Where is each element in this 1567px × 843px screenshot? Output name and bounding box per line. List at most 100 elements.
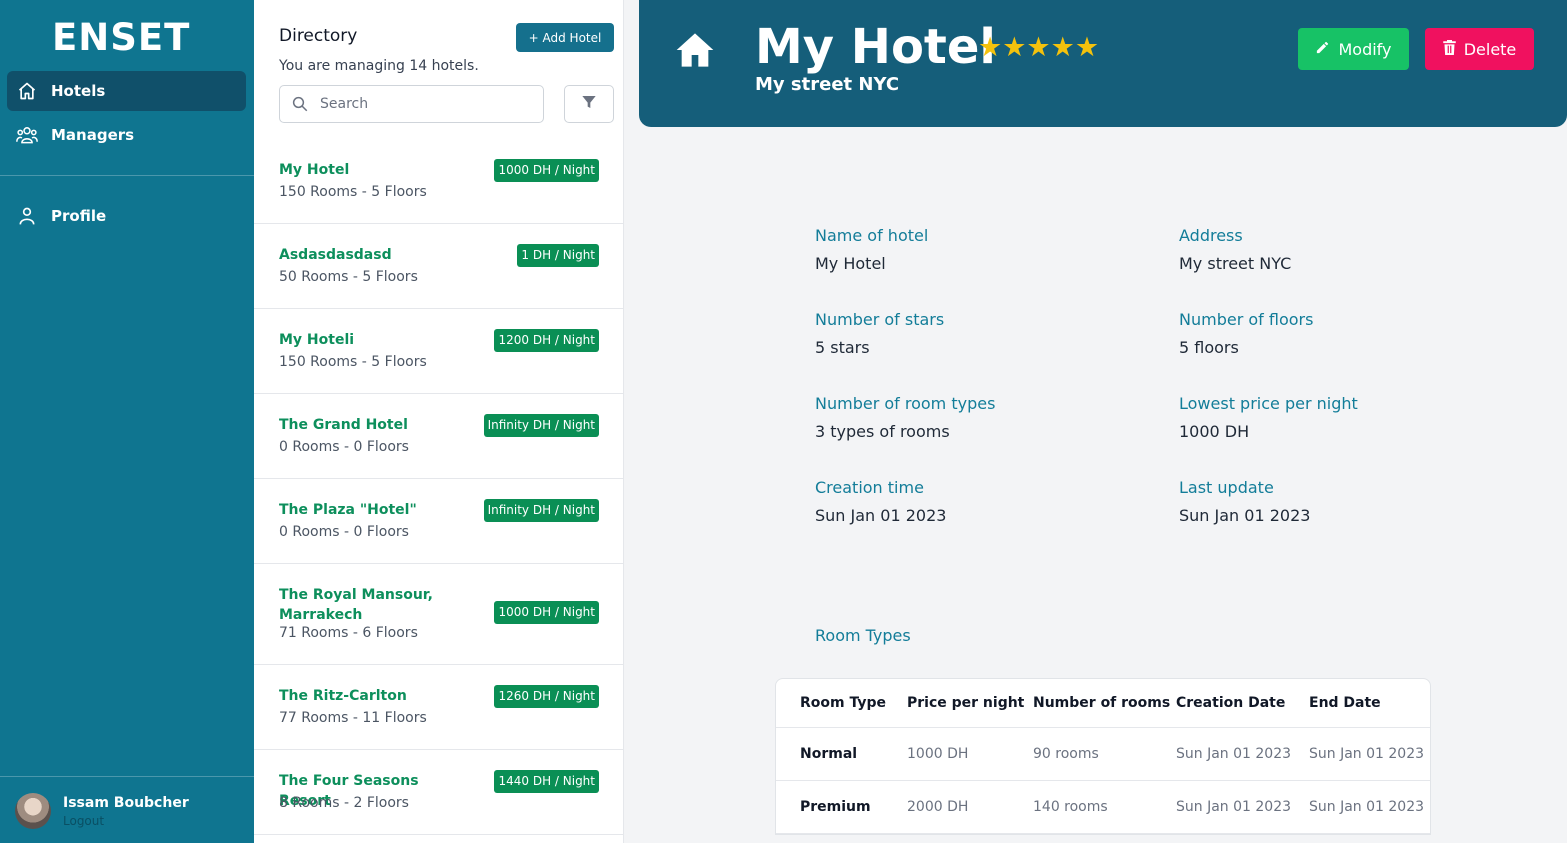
table-cell: Sun Jan 01 2023 — [1309, 746, 1425, 762]
hotel-name[interactable]: The Royal Mansour, Marrakech — [279, 585, 459, 625]
price-badge: 1440 DH / Night — [494, 770, 599, 793]
field-value: My Hotel — [815, 254, 886, 273]
field-value: Sun Jan 01 2023 — [1179, 506, 1311, 525]
field-value: 3 types of rooms — [815, 422, 950, 441]
field-value: My street NYC — [1179, 254, 1292, 273]
directory-title: Directory — [279, 26, 358, 46]
hotel-name[interactable]: My Hoteli — [279, 330, 469, 350]
hotel-name[interactable]: My Hotel — [279, 160, 469, 180]
hotel-meta: 8 Rooms - 2 Floors — [279, 795, 409, 811]
list-item[interactable]: Asdasdasdasd 50 Rooms - 5 Floors 1 DH / … — [254, 224, 623, 309]
field-value: 1000 DH — [1179, 422, 1250, 441]
list-item[interactable]: The Grand Hotel 0 Rooms - 0 Floors Infin… — [254, 394, 623, 479]
delete-button[interactable]: Delete — [1425, 28, 1534, 70]
hotel-name[interactable]: The Plaza "Hotel" — [279, 500, 469, 520]
hotel-list: My Hotel 150 Rooms - 5 Floors 1000 DH / … — [254, 139, 623, 835]
user-name: Issam Boubcher — [63, 795, 189, 811]
home-icon — [675, 30, 715, 74]
list-item[interactable]: My Hoteli 150 Rooms - 5 Floors 1200 DH /… — [254, 309, 623, 394]
filter-button[interactable] — [564, 85, 614, 123]
page-subtitle: My street NYC — [755, 74, 900, 95]
table-cell: Sun Jan 01 2023 — [1176, 746, 1292, 762]
list-item[interactable]: My Hotel 150 Rooms - 5 Floors 1000 DH / … — [254, 139, 623, 224]
column-header[interactable]: End Date — [1309, 695, 1381, 711]
table-row[interactable]: Premium 2000 DH 140 rooms Sun Jan 01 202… — [776, 781, 1430, 834]
table-row[interactable]: Normal 1000 DH 90 rooms Sun Jan 01 2023 … — [776, 728, 1430, 781]
field-label: Last update — [1179, 478, 1274, 497]
column-header[interactable]: Room Type — [800, 695, 886, 711]
table-cell: Sun Jan 01 2023 — [1176, 799, 1292, 815]
table-header: Room Type Price per night Number of room… — [776, 679, 1430, 728]
price-badge: 1 DH / Night — [517, 244, 599, 267]
logout-link[interactable]: Logout — [63, 814, 104, 828]
hotel-meta: 71 Rooms - 6 Floors — [279, 625, 418, 641]
price-badge: 1200 DH / Night — [494, 329, 599, 352]
price-badge: 1000 DH / Night — [494, 601, 599, 624]
home-icon — [7, 81, 47, 101]
star-rating: ★★★★★ — [978, 32, 1100, 63]
column-header[interactable]: Creation Date — [1176, 695, 1285, 711]
hotel-header: My Hotel ★★★★★ My street NYC Modify Dele… — [639, 0, 1567, 127]
field-value: Sun Jan 01 2023 — [815, 506, 947, 525]
app-logo[interactable]: ENSET — [52, 16, 190, 59]
section-title: Room Types — [815, 626, 911, 645]
price-badge: Infinity DH / Night — [483, 414, 599, 437]
user-panel: Issam Boubcher Logout — [0, 776, 254, 843]
hotel-meta: 0 Rooms - 0 Floors — [279, 524, 409, 540]
hotel-name[interactable]: The Grand Hotel — [279, 415, 469, 435]
room-types-table: Room Type Price per night Number of room… — [775, 678, 1431, 835]
delete-label: Delete — [1463, 39, 1517, 59]
sidebar-item-managers[interactable]: Managers — [7, 115, 246, 155]
list-item[interactable]: The Ritz-Carlton 77 Rooms - 11 Floors 12… — [254, 665, 623, 750]
filter-icon — [581, 94, 597, 114]
field-label: Lowest price per night — [1179, 394, 1358, 413]
hotel-meta: 77 Rooms - 11 Floors — [279, 710, 427, 726]
table-cell: Premium — [800, 799, 871, 815]
hotel-meta: 150 Rooms - 5 Floors — [279, 354, 427, 370]
price-badge: 1260 DH / Night — [494, 685, 599, 708]
hotel-name[interactable]: Asdasdasdasd — [279, 245, 469, 265]
sidebar: ENSET Hotels Managers Profile Issam Boub… — [0, 0, 254, 843]
hotel-meta: 50 Rooms - 5 Floors — [279, 269, 418, 285]
table-cell: 140 rooms — [1033, 799, 1108, 815]
modify-button[interactable]: Modify — [1298, 28, 1409, 70]
sidebar-item-label: Hotels — [51, 82, 106, 100]
pencil-icon — [1315, 40, 1330, 59]
field-label: Number of floors — [1179, 310, 1314, 329]
price-badge: 1000 DH / Night — [494, 159, 599, 182]
search-input[interactable] — [320, 96, 530, 112]
hotel-name[interactable]: The Ritz-Carlton — [279, 686, 469, 706]
field-value: 5 floors — [1179, 338, 1239, 357]
sidebar-item-label: Profile — [51, 207, 107, 225]
avatar[interactable] — [15, 793, 51, 829]
field-value: 5 stars — [815, 338, 870, 357]
field-label: Address — [1179, 226, 1243, 245]
hotel-meta: 150 Rooms - 5 Floors — [279, 184, 427, 200]
user-icon — [7, 206, 47, 226]
price-badge: Infinity DH / Night — [483, 499, 599, 522]
modify-label: Modify — [1338, 39, 1392, 59]
table-cell: Normal — [800, 746, 858, 762]
column-header[interactable]: Price per night — [907, 695, 1024, 711]
field-label: Number of room types — [815, 394, 996, 413]
directory-panel: Directory You are managing 14 hotels. + … — [254, 0, 624, 843]
table-cell: 90 rooms — [1033, 746, 1099, 762]
field-label: Name of hotel — [815, 226, 929, 245]
users-icon — [7, 125, 47, 145]
sidebar-item-hotels[interactable]: Hotels — [7, 71, 246, 111]
list-item[interactable]: The Royal Mansour, Marrakech 71 Rooms - … — [254, 564, 623, 665]
table-cell: Sun Jan 01 2023 — [1309, 799, 1425, 815]
list-item[interactable]: The Four Seasons Resort 8 Rooms - 2 Floo… — [254, 750, 623, 835]
sidebar-item-profile[interactable]: Profile — [7, 196, 246, 236]
page-title: My Hotel — [755, 19, 996, 75]
trash-icon — [1442, 39, 1456, 59]
list-item[interactable]: The Plaza "Hotel" 0 Rooms - 0 Floors Inf… — [254, 479, 623, 564]
table-cell: 1000 DH — [907, 746, 969, 762]
directory-subtitle: You are managing 14 hotels. — [279, 58, 479, 74]
table-cell: 2000 DH — [907, 799, 969, 815]
field-label: Creation time — [815, 478, 924, 497]
add-hotel-button[interactable]: + Add Hotel — [516, 23, 614, 52]
column-header[interactable]: Number of rooms — [1033, 695, 1170, 711]
sidebar-divider — [0, 175, 254, 176]
search-box — [279, 85, 544, 123]
